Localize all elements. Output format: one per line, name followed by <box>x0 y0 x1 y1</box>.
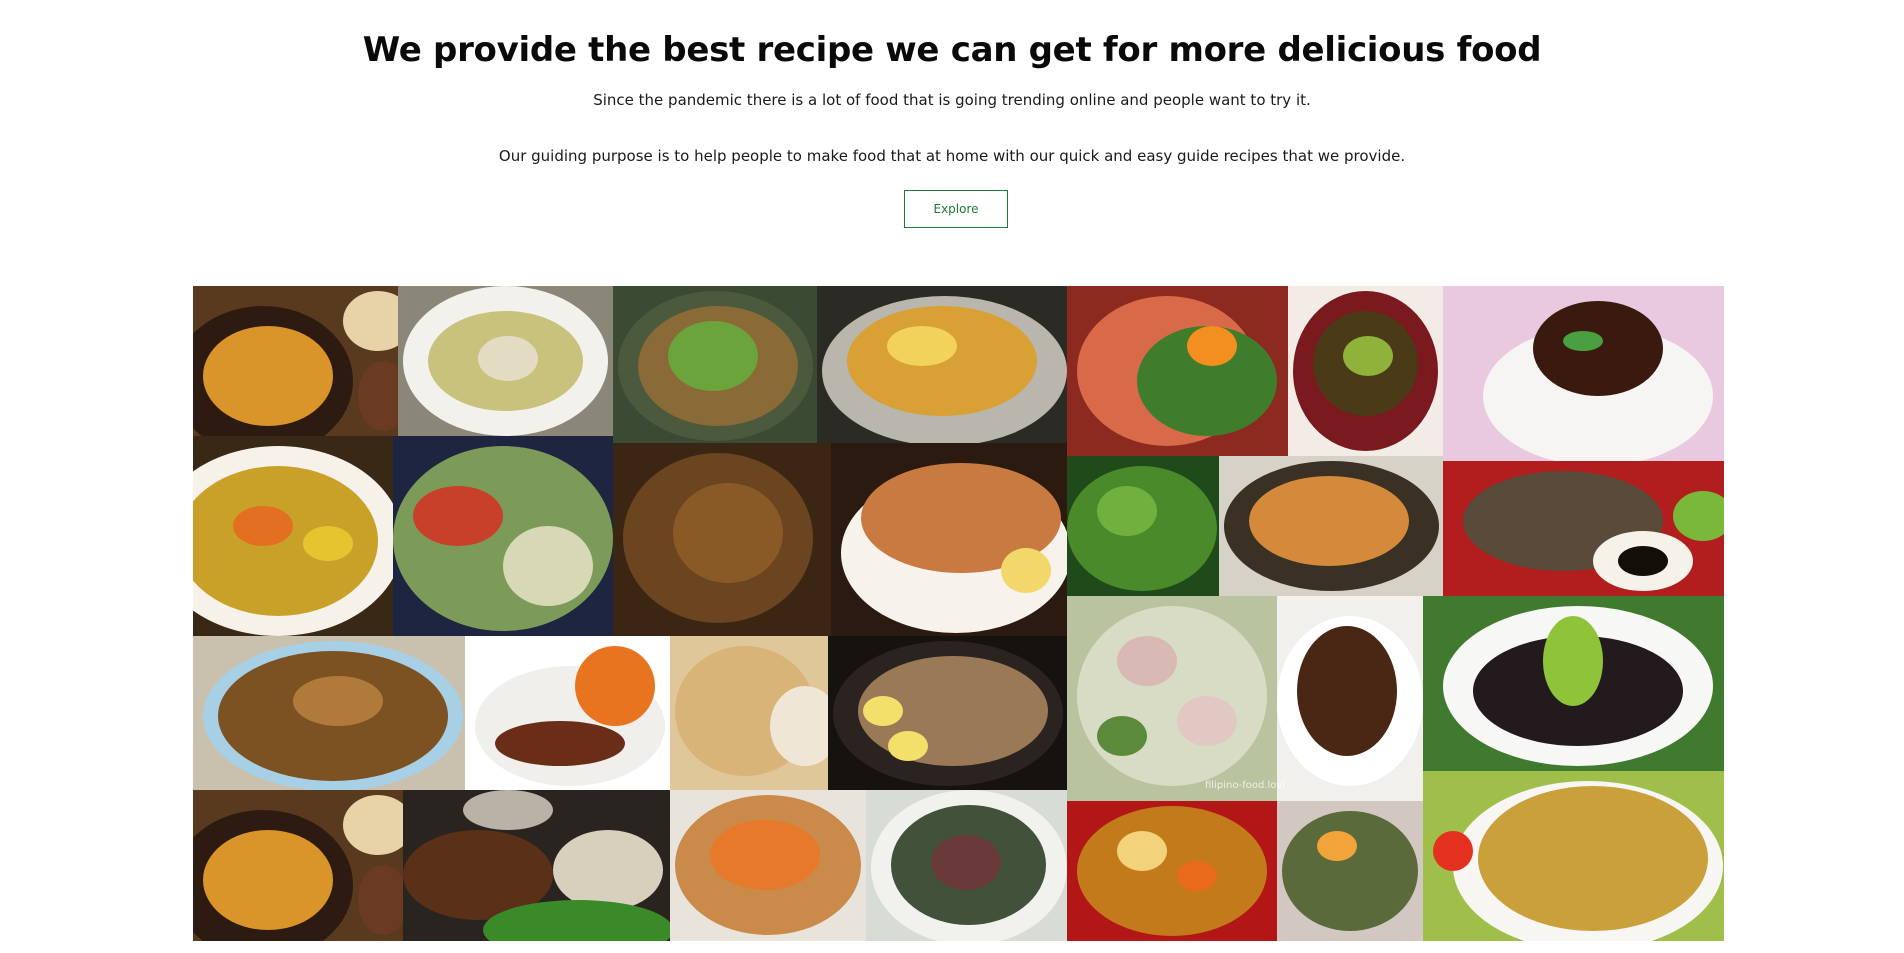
food-photo-inasal-rice <box>465 636 670 790</box>
food-photo-sisig-skillet <box>828 636 1067 790</box>
food-photo-kare-kare-2 <box>193 790 403 941</box>
food-photo-sinigang <box>1067 596 1277 801</box>
food-photo-chicharon <box>670 636 828 790</box>
page-title: We provide the best recipe we can get fo… <box>362 30 1542 70</box>
food-photo-nilaga <box>866 790 1067 941</box>
food-photo-shrimp-stirfry <box>817 286 1067 443</box>
food-photo-bbq-skewers <box>403 790 670 941</box>
food-photo-stuffed-fish <box>831 443 1067 636</box>
photo-watermark: filipino-food.lovi <box>1205 780 1286 791</box>
food-photo-mussels <box>1219 456 1443 596</box>
food-photo-bulalo-bowl <box>1288 286 1443 456</box>
food-photo-grilled-bangus <box>1443 461 1724 596</box>
food-collage: filipino-food.lovi <box>193 286 1724 941</box>
explore-button[interactable]: Explore <box>904 190 1008 228</box>
food-photo-beef-pepper <box>1423 596 1724 771</box>
food-photo-ampalaya <box>1067 456 1219 596</box>
food-photo-pinakbet <box>1277 801 1423 941</box>
intro-text: Since the pandemic there is a lot of foo… <box>593 91 1311 109</box>
food-photo-humba <box>1277 596 1423 801</box>
food-photo-kare-kare <box>193 286 398 436</box>
food-photo-sisig-platter <box>613 286 817 443</box>
food-photo-soup-bokchoy <box>398 286 613 436</box>
food-photo-crab-greenbeans <box>1067 286 1288 456</box>
food-photo-tortang-talong <box>1423 771 1724 941</box>
food-photo-curry-chicken <box>193 436 393 636</box>
food-photo-adobo-rice <box>1443 286 1724 461</box>
purpose-text: Our guiding purpose is to help people to… <box>498 147 1406 165</box>
food-photo-escabeche <box>670 790 866 941</box>
food-photo-chicken-onions <box>193 636 465 790</box>
food-photo-chopsuey <box>393 436 613 636</box>
food-photo-menudo <box>1067 801 1277 941</box>
food-photo-roasted-chicken <box>613 443 831 636</box>
